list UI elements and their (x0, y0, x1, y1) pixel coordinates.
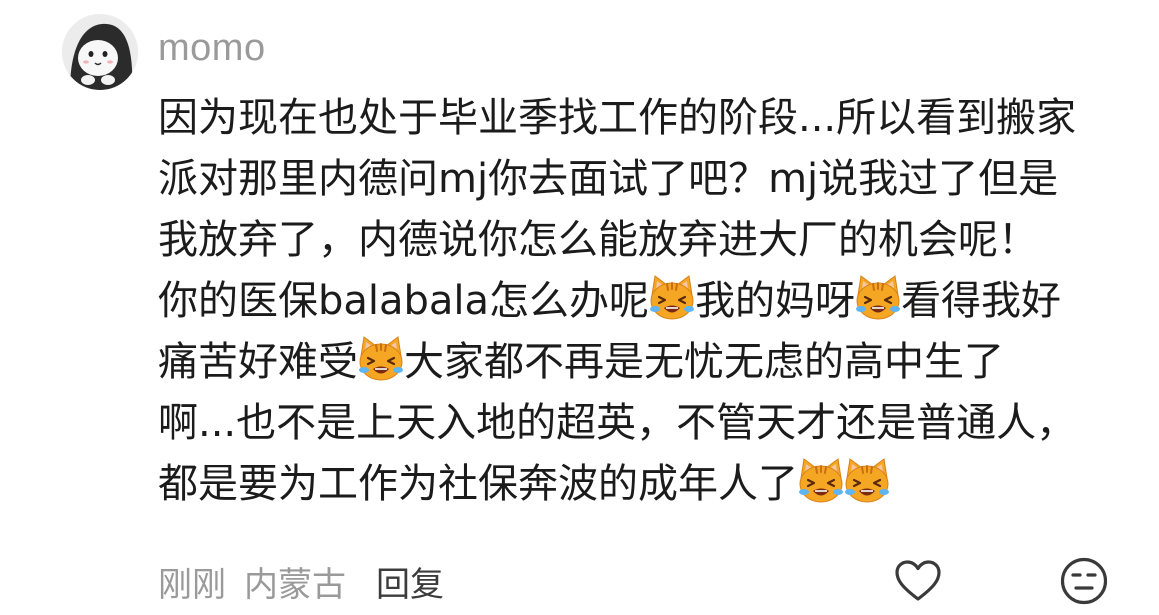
crying-cat-emoji (647, 273, 697, 323)
comment-text-segment: 痛苦好难受 (158, 339, 358, 385)
comment-text-segment: 我放弃了，内德说你怎么能放弃进大厂的机会呢！ (158, 217, 1038, 263)
reply-button[interactable]: 回复 (376, 557, 444, 606)
comment-line: 啊...也不是上天入地的超英，不管天才还是普通人， (158, 393, 1118, 454)
comment-text-segment: 你的医保balabala怎么办呢 (158, 278, 650, 324)
comment-text-segment: 因为现在也处于毕业季找工作的阶段...所以看到搬家 (158, 95, 1077, 141)
comment-text-segment: 啊...也不是上天入地的超英，不管天才还是普通人， (158, 400, 1077, 446)
avatar[interactable] (62, 14, 138, 90)
heart-outline-icon[interactable] (892, 555, 944, 607)
comment-text: 因为现在也处于毕业季找工作的阶段...所以看到搬家 派对那里内德问mj你去面试了吧… (158, 88, 1118, 515)
comment-line: 派对那里内德问mj你去面试了吧？mj说我过了但是 (158, 149, 1118, 210)
comment-text-segment: 派对那里内德问mj你去面试了吧？mj说我过了但是 (158, 156, 1059, 202)
crying-cat-emoji (356, 334, 406, 384)
comment-line: 都是要为工作为社保奔波的成年人了 (158, 454, 1118, 515)
comment-location: 内蒙古 (244, 564, 346, 605)
comment-item: momo 因为现在也处于毕业季找工作的阶段...所以看到搬家 派对那里内德问mj你… (0, 0, 1159, 615)
comment-text-segment: 看得我好 (901, 278, 1062, 324)
comment-line: 你的医保balabala怎么办呢 我的妈呀 看得我好 (158, 271, 1118, 332)
comment-meta: 刚刚 内蒙古 回复 (158, 555, 444, 607)
comment-line: 因为现在也处于毕业季找工作的阶段...所以看到搬家 (158, 88, 1118, 149)
username[interactable]: momo (158, 24, 266, 72)
unhappy-face-icon[interactable] (1058, 555, 1110, 607)
comment-text-segment: 大家都不再是无忧无虑的高中生了 (404, 339, 1004, 385)
comment-line: 痛苦好难受 大家都不再是无忧无虑的高中生了 (158, 332, 1118, 393)
crying-cat-emoji (842, 456, 892, 506)
comment-text-segment: 我的妈呀 (695, 278, 856, 324)
comment-time: 刚刚 (158, 564, 226, 605)
comment-line: 我放弃了，内德说你怎么能放弃进大厂的机会呢！ (158, 210, 1118, 271)
crying-cat-emoji (853, 273, 903, 323)
crying-cat-emoji (796, 456, 846, 506)
comment-text-segment: 都是要为工作为社保奔波的成年人了 (158, 461, 798, 507)
